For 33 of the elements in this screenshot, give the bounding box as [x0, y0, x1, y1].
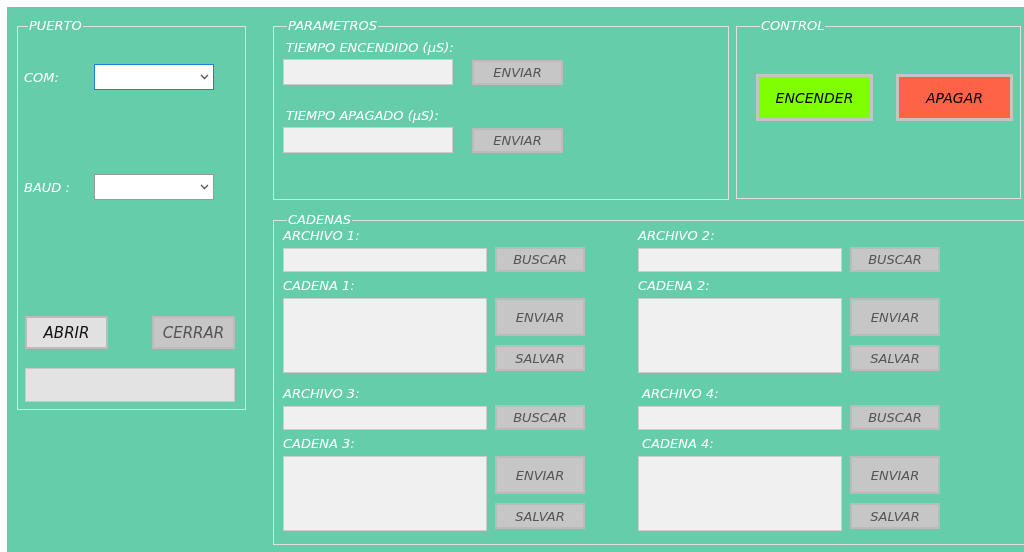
- group-title: CONTROL: [760, 18, 826, 34]
- file-path-input[interactable]: [283, 247, 487, 272]
- file-label: ARCHIVO 3:: [283, 386, 361, 403]
- string-text-area[interactable]: [283, 298, 487, 373]
- field-label: COM:: [24, 69, 60, 85]
- string-label: CADENA 1:: [283, 278, 356, 295]
- file-label: ARCHIVO 1:: [283, 228, 361, 245]
- dropdown-field[interactable]: [94, 64, 214, 90]
- string-label: CADENA 4:: [642, 436, 715, 453]
- string-text-area[interactable]: [638, 456, 842, 531]
- chevron-down-icon: [200, 74, 209, 80]
- field-label: TIEMPO APAGADO (µS):: [286, 108, 439, 123]
- string-label: CADENA 2:: [638, 278, 711, 295]
- file-path-input[interactable]: [638, 247, 842, 272]
- dropdown-field[interactable]: [94, 174, 214, 200]
- file-path-input[interactable]: [638, 405, 842, 430]
- string-text-area[interactable]: [638, 298, 842, 373]
- open-button[interactable]: ABRIR: [25, 316, 108, 349]
- string-text-area[interactable]: [283, 456, 487, 531]
- power-on-button[interactable]: ENCENDER: [756, 74, 873, 121]
- field-label: TIEMPO ENCENDIDO (µS):: [286, 40, 454, 55]
- chevron-down-icon: [200, 184, 209, 190]
- power-off-button[interactable]: APAGAR: [896, 74, 1013, 121]
- group-title: PARAMETROS: [287, 18, 378, 34]
- file-label: ARCHIVO 4:: [642, 386, 720, 403]
- time-input[interactable]: [283, 127, 453, 153]
- file-label: ARCHIVO 2:: [638, 228, 716, 245]
- time-input[interactable]: [283, 59, 453, 85]
- field-label: BAUD :: [24, 179, 71, 195]
- group-title: PUERTO: [28, 18, 83, 34]
- string-label: CADENA 3:: [283, 436, 356, 453]
- file-path-input[interactable]: [283, 405, 487, 430]
- group-title: CADENAS: [287, 212, 353, 228]
